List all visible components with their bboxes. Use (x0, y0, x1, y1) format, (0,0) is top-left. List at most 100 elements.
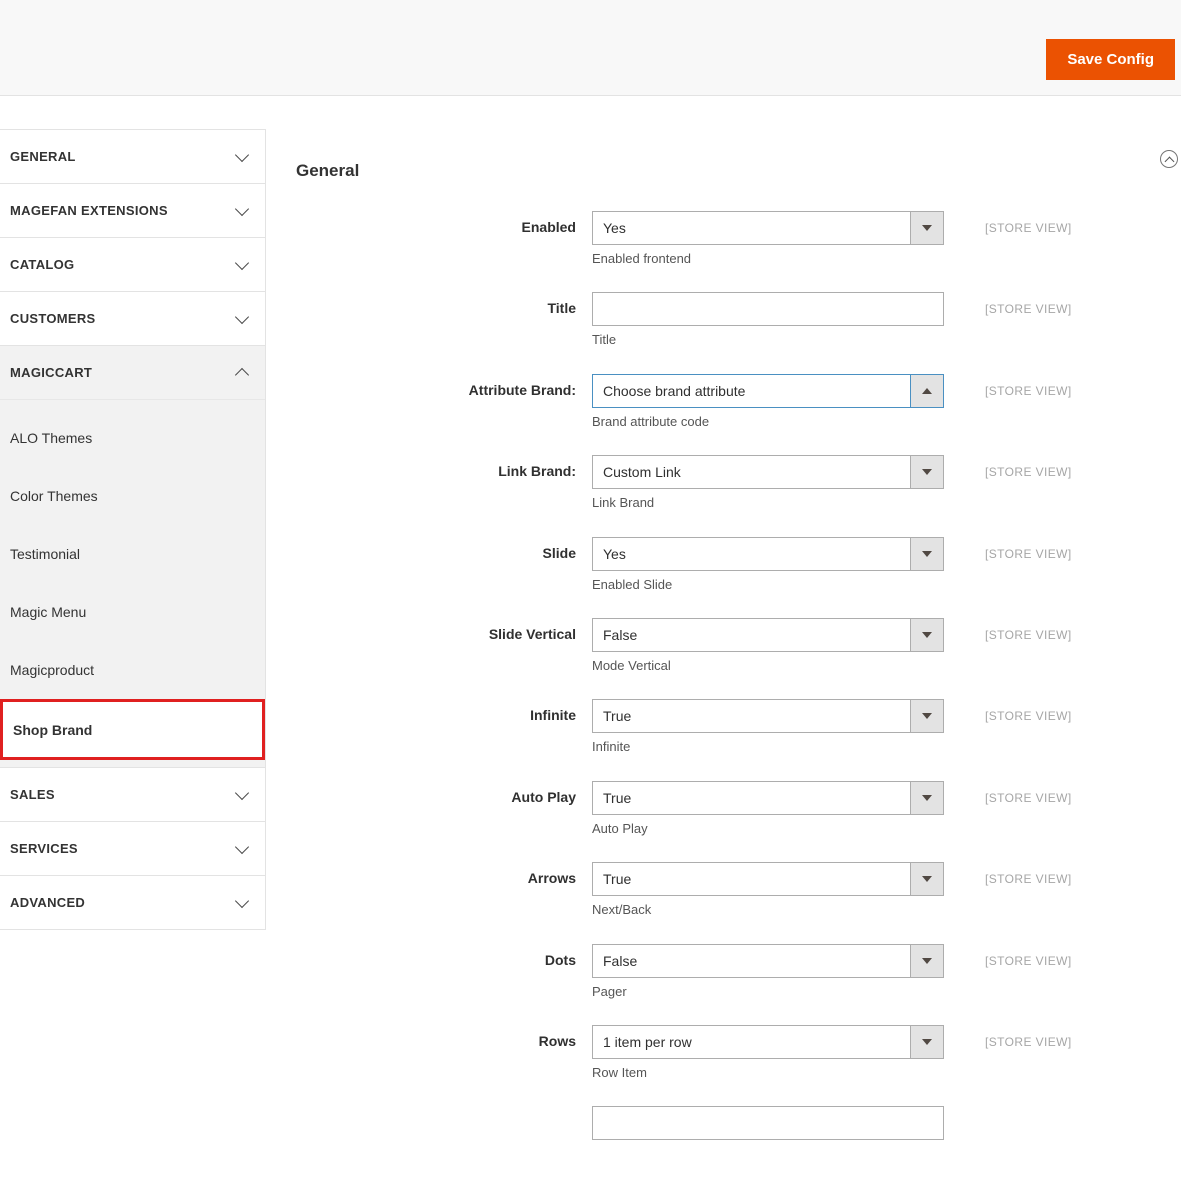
sidebar-section-label: SALES (10, 787, 55, 802)
field-cell: False Mode Vertical (592, 617, 944, 673)
sidebar-item-alo-themes[interactable]: ALO Themes (0, 409, 265, 467)
form-row-rows: Rows 1 item per row Row Item [STORE VIEW] (296, 1024, 1176, 1106)
dropdown-button[interactable] (910, 537, 943, 570)
sidebar-subsection-list: ALO Themes Color Themes Testimonial Magic M… (0, 399, 265, 767)
scope-label: [STORE VIEW] (985, 546, 1072, 561)
sidebar-section-label: SERVICES (10, 841, 78, 856)
sidebar-section-magiccart[interactable]: MAGICCART (0, 345, 265, 399)
scope-label: [STORE VIEW] (985, 790, 1072, 805)
scope-label: [STORE VIEW] (985, 302, 1072, 317)
sidebar-item-label: Color Themes (10, 488, 98, 504)
enabled-select[interactable]: Yes (592, 211, 944, 245)
sidebar-section-magefan-extensions[interactable]: MAGEFAN EXTENSIONS (0, 183, 265, 237)
partial-input[interactable] (592, 1106, 944, 1141)
caret-down-icon (922, 631, 932, 638)
config-sidebar-nav: GENERAL MAGEFAN EXTENSIONS CATALOG CUSTOMER… (0, 129, 266, 930)
select-value: True (603, 871, 632, 888)
field-note: Auto Play (592, 820, 648, 836)
sidebar-section-customers[interactable]: CUSTOMERS (0, 291, 265, 345)
scope-label: [STORE VIEW] (985, 221, 1072, 235)
field-label: Slide Vertical (488, 625, 576, 642)
caret-up-icon (922, 387, 932, 394)
caret-down-icon (922, 794, 932, 801)
field-label: Attribute Brand: (468, 381, 576, 398)
sidebar-section-label: MAGICCART (10, 365, 93, 380)
field-note: Enabled Slide (592, 576, 673, 592)
select-value: False (603, 626, 638, 643)
form-row-auto-play: Auto Play True Auto Play [STORE VIEW] (296, 780, 1176, 862)
field-label: Dots (544, 951, 576, 968)
slide-select[interactable]: Yes (592, 536, 944, 571)
form-row-arrows: Arrows True Next/Back [STORE VIEW] (296, 862, 1176, 943)
select-value: 1 item per row (603, 1033, 692, 1050)
chevron-down-icon (234, 201, 250, 216)
field-cell: 1 item per row Row Item (592, 1024, 944, 1080)
form-row-attribute-brand: Attribute Brand: Choose brand attribute Br… (296, 373, 1176, 455)
field-cell: Title (592, 292, 944, 347)
sidebar-item-shop-brand[interactable]: Shop Brand (0, 699, 265, 760)
sidebar-section-label: ADVANCED (10, 895, 86, 910)
sidebar-section-services[interactable]: SERVICES (0, 821, 265, 875)
field-label: Arrows (527, 870, 576, 887)
sidebar-section-catalog[interactable]: CATALOG (0, 237, 265, 291)
sidebar-item-label: Testimonial (10, 546, 81, 562)
dropdown-button[interactable] (910, 863, 943, 896)
sidebar-item-testimonial[interactable]: Testimonial (0, 525, 265, 583)
title-input[interactable] (592, 292, 944, 327)
page-title: General (296, 161, 360, 181)
field-label (296, 1106, 576, 1114)
dropdown-button[interactable] (910, 700, 943, 733)
dropdown-button[interactable] (910, 374, 943, 407)
field-cell: Yes Enabled Slide (592, 536, 944, 592)
arrows-select[interactable]: True (592, 862, 944, 897)
field-note: Next/Back (592, 902, 652, 918)
form-row-slide: Slide Yes Enabled Slide [STORE VIEW] (296, 536, 1176, 618)
caret-down-icon (922, 225, 932, 231)
dropdown-button[interactable] (910, 781, 943, 814)
collapse-section-icon[interactable] (1160, 150, 1178, 168)
dropdown-button[interactable] (910, 1025, 943, 1058)
sidebar-item-magicproduct[interactable]: Magicproduct (0, 641, 265, 699)
link-brand-select[interactable]: Custom Link (592, 455, 944, 490)
slide-vertical-select[interactable]: False (592, 617, 944, 652)
sidebar-section-label: GENERAL (10, 149, 76, 164)
select-value: Choose brand attribute (603, 382, 746, 399)
field-cell: False Pager (592, 943, 944, 999)
sidebar-section-sales[interactable]: SALES (0, 767, 265, 821)
save-config-button[interactable]: Save Config (1046, 39, 1175, 80)
dropdown-button[interactable] (910, 456, 943, 489)
sidebar-section-advanced[interactable]: ADVANCED (0, 875, 265, 929)
dropdown-button[interactable] (910, 618, 943, 651)
sidebar-item-magic-menu[interactable]: Magic Menu (0, 583, 265, 641)
scope-label: [STORE VIEW] (985, 953, 1072, 968)
field-cell: Custom Link Link Brand (592, 455, 944, 510)
chevron-down-icon (234, 255, 250, 270)
sidebar-item-color-themes[interactable]: Color Themes (0, 467, 265, 525)
scope-label: [STORE VIEW] (985, 383, 1072, 398)
rows-select[interactable]: 1 item per row (592, 1024, 944, 1059)
chevron-down-icon (234, 839, 250, 854)
infinite-select[interactable]: True (592, 699, 944, 734)
auto-play-select[interactable]: True (592, 780, 944, 815)
config-form: Enabled Yes Enabled frontend [STORE VIEW] Ti… (296, 211, 1176, 1188)
field-label: Auto Play (511, 788, 576, 805)
dropdown-button[interactable] (910, 944, 943, 977)
field-note: Row Item (592, 1064, 647, 1080)
form-row-partial (296, 1106, 1176, 1187)
dots-select[interactable]: False (592, 943, 944, 978)
chevron-up-icon (1164, 156, 1175, 167)
form-row-slide-vertical: Slide Vertical False Mode Vertical [STORE V… (296, 617, 1176, 699)
scope-label: [STORE VIEW] (985, 872, 1072, 887)
field-note: Brand attribute code (592, 413, 710, 429)
select-value: True (603, 708, 632, 725)
field-note: Enabled frontend (592, 251, 692, 266)
field-label: Title (547, 300, 576, 317)
select-value: False (603, 952, 638, 969)
dropdown-button[interactable] (910, 212, 943, 244)
sidebar-section-general[interactable]: GENERAL (0, 129, 265, 183)
attribute-brand-select[interactable]: Choose brand attribute (592, 373, 944, 408)
caret-down-icon (922, 469, 932, 476)
form-row-link-brand: Link Brand: Custom Link Link Brand [STORE V… (296, 455, 1176, 536)
field-label: Link Brand: (498, 463, 576, 480)
form-row-title: Title Title [STORE VIEW] (296, 292, 1176, 373)
